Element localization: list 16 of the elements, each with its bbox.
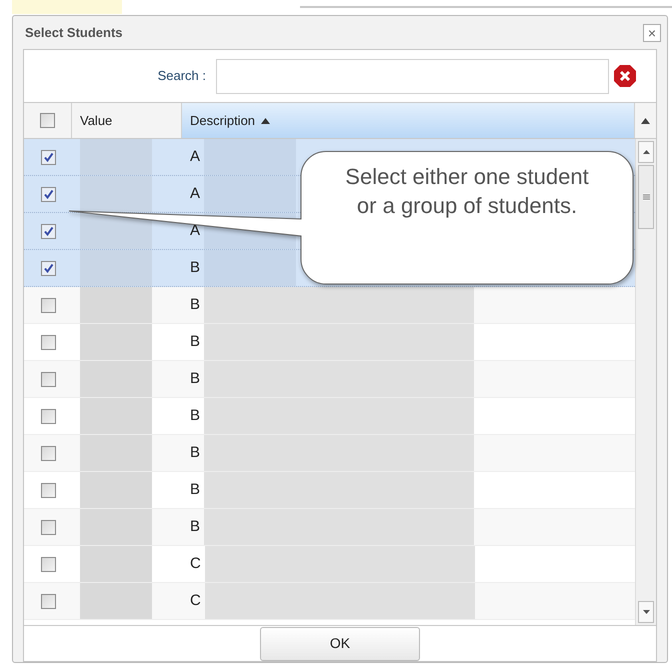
search-label: Search : [156, 67, 207, 86]
table-cell-text: A [189, 146, 202, 167]
table-cell-text: B [189, 480, 202, 500]
tooltip-text: Select either one student or a group of students. [344, 163, 590, 220]
dialog-title: Select Students [25, 24, 123, 42]
table-cell-text: B [189, 294, 202, 315]
table-cell-text: B [189, 516, 202, 537]
table-cell-text: C [189, 590, 202, 611]
table-cell-text: A [189, 184, 202, 204]
table-cell-text: B [189, 368, 202, 389]
table-cell-text: B [189, 332, 202, 352]
table-cell-text: B [189, 442, 202, 463]
table-cell-text: B [189, 406, 202, 426]
table-cell-text: A [189, 220, 202, 241]
table-cell-text: B [189, 258, 202, 278]
table-cell-text: C [189, 554, 202, 574]
